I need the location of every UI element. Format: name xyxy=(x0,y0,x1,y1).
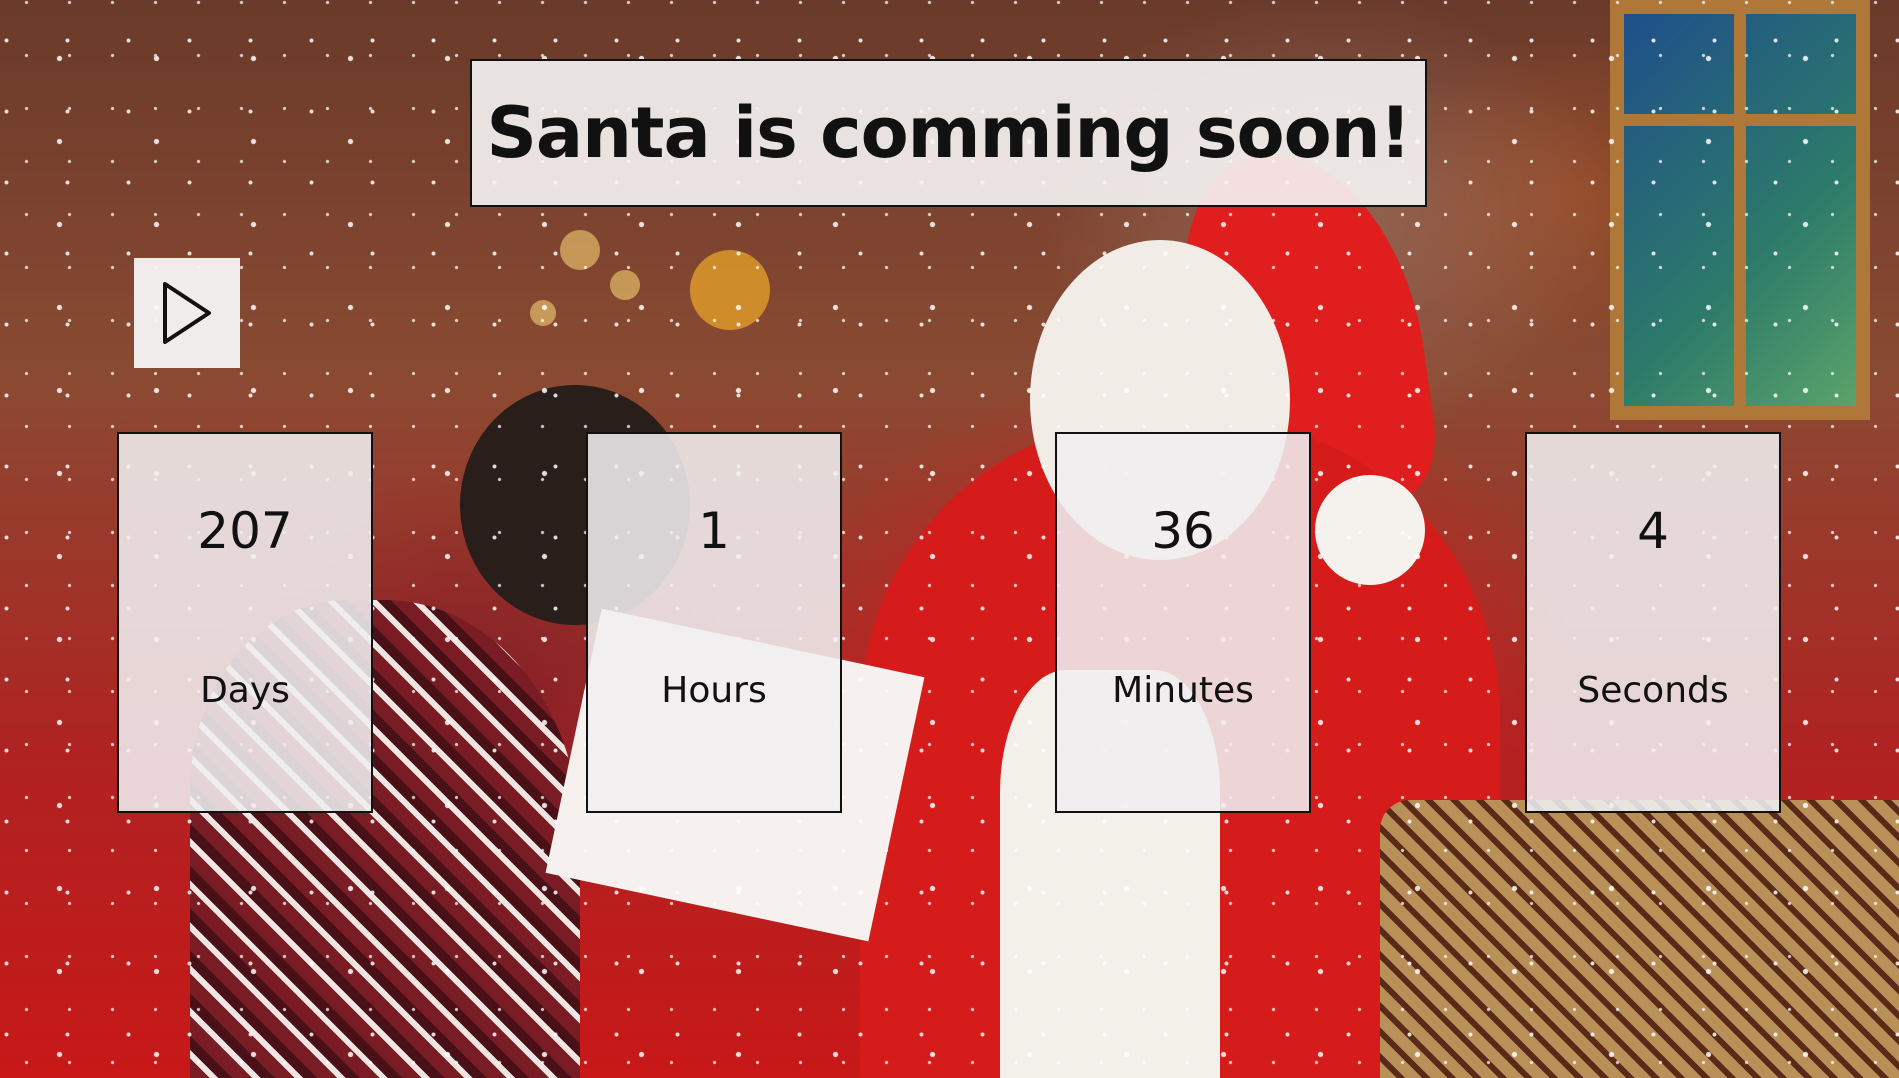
countdown-minutes: 36 Minutes xyxy=(1055,432,1311,813)
hours-value: 1 xyxy=(698,502,730,560)
days-value: 207 xyxy=(197,502,293,560)
countdown-days: 207 Days xyxy=(117,432,373,813)
minutes-value: 36 xyxy=(1151,502,1215,560)
countdown-seconds: 4 Seconds xyxy=(1525,432,1781,813)
page-title: Santa is comming soon! xyxy=(486,92,1412,174)
minutes-label: Minutes xyxy=(1112,670,1254,711)
sofa xyxy=(1380,800,1899,1078)
window xyxy=(1610,0,1870,420)
hours-label: Hours xyxy=(661,670,767,711)
seconds-value: 4 xyxy=(1637,502,1669,560)
title-banner: Santa is comming soon! xyxy=(470,59,1427,207)
play-icon xyxy=(163,282,211,344)
play-button[interactable] xyxy=(134,258,240,368)
countdown-hours: 1 Hours xyxy=(586,432,842,813)
days-label: Days xyxy=(200,670,290,711)
seconds-label: Seconds xyxy=(1577,670,1729,711)
countdown: 207 Days 1 Hours 36 Minutes 4 Seconds xyxy=(117,432,1782,813)
